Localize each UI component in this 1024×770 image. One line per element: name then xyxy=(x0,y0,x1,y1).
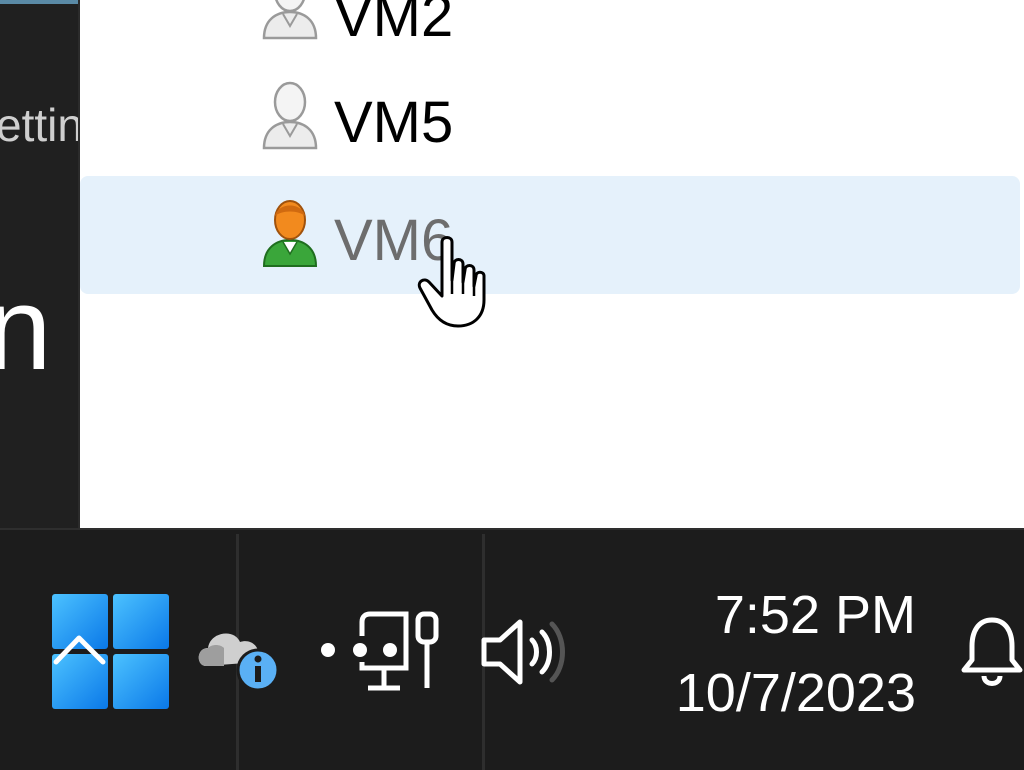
hand-cursor-icon xyxy=(417,236,486,328)
window-top-strip xyxy=(0,0,78,4)
vm-list-item-selected[interactable]: VM6 xyxy=(80,176,1020,294)
windows-start-icon[interactable] xyxy=(52,594,170,710)
user-offline-icon xyxy=(262,0,318,40)
user-online-icon xyxy=(262,200,318,267)
settings-heading: n xyxy=(0,270,52,388)
clock-date: 10/7/2023 xyxy=(675,663,916,723)
settings-label: ettin xyxy=(0,99,80,151)
taskbar: 7:52 PM 10/7/2023 xyxy=(0,528,1024,770)
taskbar-clock[interactable]: 7:52 PM 10/7/2023 xyxy=(676,576,916,732)
clock-time: 7:52 PM xyxy=(714,585,916,645)
vm-name: VM5 xyxy=(334,90,454,155)
settings-window-fragment: ettin n xyxy=(0,0,80,528)
vm-list-panel: VM2 VM5 VM6 xyxy=(80,0,1024,528)
user-offline-icon xyxy=(262,81,318,150)
speaker-icon[interactable] xyxy=(478,614,568,690)
ethernet-icon[interactable] xyxy=(318,606,444,696)
cloud-info-icon[interactable] xyxy=(196,618,284,690)
vm-name: VM2 xyxy=(334,0,454,49)
vm-list-item[interactable]: VM5 xyxy=(80,60,1020,178)
bell-icon[interactable] xyxy=(960,616,1024,688)
